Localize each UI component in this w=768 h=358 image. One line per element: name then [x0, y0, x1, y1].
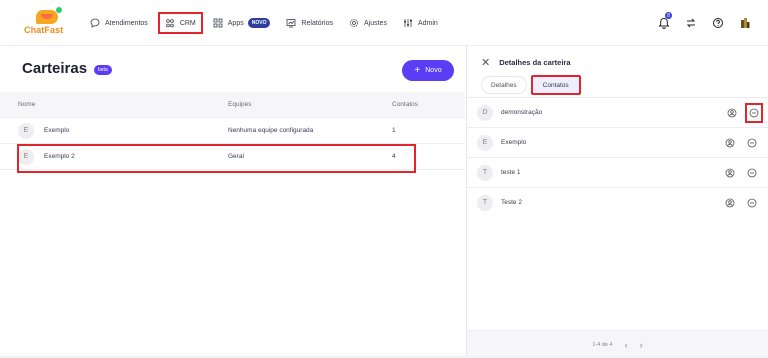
brand-name: ChatFast: [24, 25, 64, 35]
tab-detalhes[interactable]: Detalhes: [481, 76, 527, 94]
close-icon[interactable]: ✕: [481, 56, 490, 69]
new-button-label: Novo: [425, 67, 442, 74]
help-circle-icon: [713, 18, 723, 28]
nav-ajustes[interactable]: Ajustes: [343, 12, 393, 34]
contact-name: Teste 2: [501, 199, 522, 206]
brand-logo[interactable]: ChatFast: [24, 7, 70, 38]
user-profile-button[interactable]: [724, 137, 736, 149]
table-row[interactable]: E Exemplo Nenhuma equipe configurada 1: [0, 118, 465, 144]
user-profile-button[interactable]: [724, 167, 736, 179]
switch-button[interactable]: [682, 14, 700, 32]
row-name: Exemplo: [44, 127, 70, 134]
main-nav: Atendimentos CRM Apps NOVO Relatórios Aj…: [84, 0, 448, 46]
top-right-icons: 8: [646, 12, 754, 32]
pagination: 1-4 de 4 ‹ ›: [467, 330, 768, 358]
apps-new-badge: NOVO: [247, 18, 271, 28]
page-title: Carteiras: [22, 60, 88, 77]
remove-contact-button[interactable]: [745, 102, 763, 123]
remove-contact-button[interactable]: [746, 197, 758, 209]
nav-relatorios[interactable]: Relatórios: [280, 12, 339, 34]
details-tabs: Detalhes Contatos: [481, 75, 585, 95]
list-item[interactable]: T Teste 2: [467, 187, 768, 217]
crm-nodes-icon: [166, 19, 174, 28]
list-item[interactable]: T teste 1: [467, 157, 768, 187]
beta-badge: beta: [94, 65, 112, 75]
nav-crm[interactable]: CRM: [157, 12, 203, 34]
list-item[interactable]: E Exemplo: [467, 127, 768, 157]
column-nome[interactable]: Nome: [0, 101, 210, 108]
selected-row-highlight: [17, 144, 416, 173]
remove-contact-button[interactable]: [746, 167, 758, 179]
table-header: Nome Equipes Contatos: [0, 92, 465, 118]
user-avatar-button[interactable]: [736, 14, 754, 32]
row-equipes: Nenhuma equipe configurada: [228, 127, 314, 134]
nav-admin-label: Admin: [417, 19, 438, 27]
row-name-cell: E Exemplo: [0, 122, 210, 139]
report-icon: [287, 19, 296, 28]
nav-ajustes-label: Ajustes: [363, 19, 387, 27]
contact-name: teste 1: [501, 169, 521, 176]
top-bar: ChatFast Atendimentos CRM Apps NOVO Rela…: [0, 0, 768, 46]
user-circle-icon: [725, 198, 735, 207]
swap-arrows-icon: [686, 18, 696, 28]
row-contatos: 1: [392, 127, 396, 134]
remove-contact-button[interactable]: [746, 137, 758, 149]
apps-grid-icon: [213, 18, 223, 28]
plus-icon: +: [414, 64, 421, 76]
nav-relatorios-label: Relatórios: [301, 19, 333, 27]
column-equipes[interactable]: Equipes: [210, 101, 376, 108]
chevron-right-icon[interactable]: ›: [640, 340, 643, 350]
tab-contatos[interactable]: Contatos: [530, 75, 581, 95]
list-item[interactable]: D demonstração: [467, 97, 768, 127]
gear-icon: [349, 19, 358, 27]
user-avatar-icon: [741, 18, 750, 28]
avatar: T: [477, 164, 493, 181]
nav-apps-label: Apps: [227, 19, 244, 27]
user-profile-button[interactable]: [726, 107, 738, 119]
chevron-left-icon[interactable]: ‹: [625, 340, 628, 350]
minus-circle-icon: [747, 198, 757, 207]
help-button[interactable]: [709, 14, 727, 32]
minus-circle-icon: [749, 108, 759, 117]
avatar: D: [477, 104, 493, 121]
avatar: E: [477, 134, 493, 151]
user-circle-icon: [725, 138, 735, 147]
column-contatos[interactable]: Contatos: [376, 101, 465, 108]
pagination-range: 1-4 de 4: [592, 341, 613, 348]
logo-bubble-icon: [36, 10, 58, 24]
notifications-button[interactable]: 8: [655, 12, 673, 32]
notification-count-badge: 8: [665, 12, 672, 19]
avatar: E: [18, 122, 34, 139]
logo-dot-icon: [56, 7, 62, 13]
user-circle-icon: [727, 108, 737, 117]
user-profile-button[interactable]: [724, 197, 736, 209]
carteiras-panel: Carteiras beta + Novo Nome Equipes Conta…: [0, 46, 465, 358]
nav-admin[interactable]: Admin: [397, 12, 444, 34]
nav-apps[interactable]: Apps NOVO: [207, 12, 277, 34]
nav-atendimentos[interactable]: Atendimentos: [84, 12, 154, 34]
nav-crm-label: CRM: [179, 19, 196, 27]
contact-name: Exemplo: [501, 139, 527, 146]
avatar: T: [477, 194, 493, 211]
contact-name: demonstração: [501, 109, 543, 116]
contacts-list: D demonstração E Exemplo T teste 1 T Tes…: [467, 97, 768, 217]
chat-bubble-icon: [90, 18, 100, 28]
new-carteira-button[interactable]: + Novo: [402, 60, 454, 81]
details-panel: ✕ Detalhes da carteira Detalhes Contatos…: [466, 46, 768, 358]
minus-circle-icon: [747, 168, 757, 177]
user-circle-icon: [725, 168, 735, 177]
details-title: Detalhes da carteira: [499, 58, 571, 67]
admin-sliders-icon: [403, 19, 412, 27]
minus-circle-icon: [747, 138, 757, 147]
nav-atendimentos-label: Atendimentos: [105, 19, 148, 27]
details-header: ✕ Detalhes da carteira: [481, 56, 571, 69]
